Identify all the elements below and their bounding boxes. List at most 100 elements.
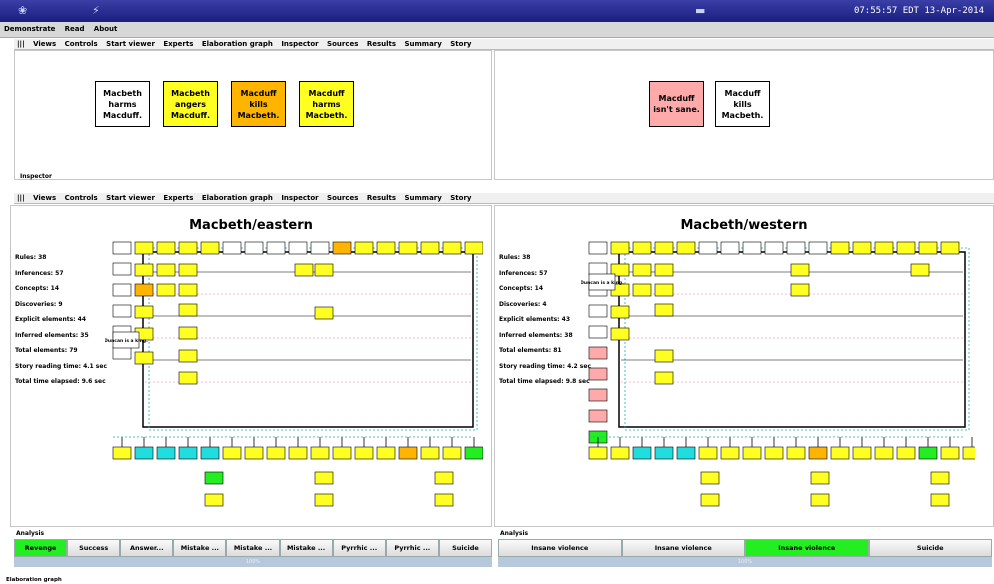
analysis-button-suicide[interactable]: Suicide bbox=[868, 539, 992, 557]
story-box[interactable]: Macduff isn't sane. bbox=[649, 81, 704, 127]
graph-node bbox=[134, 305, 154, 319]
story-box[interactable]: Macbeth harms Macduff. bbox=[95, 81, 150, 127]
views-bar-top: ||| Views Controls Start viewer Experts … bbox=[14, 39, 994, 50]
system-bar: ❀ ⚡ ▬ 07:55:57 EDT 13-Apr-2014 bbox=[0, 0, 994, 22]
plug-icon[interactable]: ⚡ bbox=[92, 4, 100, 17]
menu-results[interactable]: Results bbox=[364, 39, 399, 49]
analysis-button-insane-violence[interactable]: Insane violence bbox=[745, 539, 869, 557]
inspector-right-pane: Macduff isn't sane. Macduff kills Macbet… bbox=[494, 50, 994, 180]
menu-controls[interactable]: Controls bbox=[62, 39, 101, 49]
menu-sources[interactable]: Sources bbox=[324, 39, 361, 49]
stat-explicit: Explicit elements: 44 bbox=[15, 316, 87, 323]
stat-inferences: Inferences: 57 bbox=[15, 269, 64, 277]
graph-node bbox=[588, 241, 608, 255]
graph-node bbox=[420, 446, 440, 460]
analysis-button-success[interactable]: Success bbox=[67, 539, 121, 557]
graph-node bbox=[178, 446, 198, 460]
menu-bar: Demonstrate Read About bbox=[0, 22, 994, 38]
menu-about[interactable]: About bbox=[90, 22, 121, 33]
stat-explicit: Explicit elements: 43 bbox=[499, 316, 571, 323]
graph-node bbox=[112, 262, 132, 276]
graph-node bbox=[134, 446, 154, 460]
menu-views[interactable]: Views bbox=[30, 193, 59, 203]
graph-node bbox=[200, 446, 220, 460]
menu-start-viewer[interactable]: Start viewer bbox=[103, 39, 158, 49]
menu-summary[interactable]: Summary bbox=[401, 193, 444, 203]
graph-node bbox=[720, 241, 740, 255]
analysis-button-revenge[interactable]: Revenge bbox=[14, 539, 68, 557]
graph-node bbox=[420, 241, 440, 255]
monitor-icon[interactable]: ▬ bbox=[695, 4, 705, 17]
analysis-button-mistake[interactable]: Mistake ... bbox=[173, 539, 227, 557]
elaboration-graph-western[interactable]: Duncan is a king. bbox=[581, 232, 975, 522]
graph-node bbox=[918, 446, 938, 460]
views-bar-bottom: ||| Views Controls Start viewer Experts … bbox=[14, 193, 994, 204]
elaboration-graph-eastern[interactable]: Duncan is a king. bbox=[105, 232, 483, 522]
graph-node bbox=[376, 446, 396, 460]
analysis-button-mistake[interactable]: Mistake ... bbox=[226, 539, 280, 557]
menu-views[interactable]: Views bbox=[30, 39, 59, 49]
graph-node bbox=[314, 306, 334, 320]
menu-experts[interactable]: Experts bbox=[160, 193, 196, 203]
analysis-left: Analysis Revenge Success Answer... Mista… bbox=[14, 530, 492, 572]
graph-node bbox=[588, 325, 608, 339]
menu-elaboration-graph[interactable]: Elaboration graph bbox=[199, 39, 276, 49]
menu-sources[interactable]: Sources bbox=[324, 193, 361, 203]
graph-node bbox=[940, 446, 960, 460]
graph-node bbox=[244, 241, 264, 255]
graph-node bbox=[112, 283, 132, 297]
menu-controls[interactable]: Controls bbox=[62, 193, 101, 203]
graph-frame bbox=[618, 251, 966, 428]
menu-inspector[interactable]: Inspector bbox=[278, 39, 321, 49]
progress-bar: 100% bbox=[14, 557, 492, 567]
story-box[interactable]: Macduff kills Macbeth. bbox=[715, 81, 770, 127]
graph-node bbox=[588, 409, 608, 423]
story-box[interactable]: Macbeth angers Macduff. bbox=[163, 81, 218, 127]
graph-node bbox=[610, 305, 630, 319]
views-grip[interactable]: ||| bbox=[14, 193, 28, 203]
graph-node bbox=[266, 446, 286, 460]
stat-inferred: Inferred elements: 35 bbox=[15, 331, 89, 339]
graph-node bbox=[588, 304, 608, 318]
stat-inferred: Inferred elements: 38 bbox=[499, 331, 573, 339]
menu-demonstrate[interactable]: Demonstrate bbox=[0, 22, 58, 33]
graph-node bbox=[310, 241, 330, 255]
graph-node bbox=[178, 263, 198, 277]
analysis-button-mistake[interactable]: Mistake ... bbox=[279, 539, 333, 557]
graph-node bbox=[830, 446, 850, 460]
graph-node bbox=[698, 446, 718, 460]
menu-read[interactable]: Read bbox=[61, 22, 88, 33]
graph-node bbox=[310, 446, 330, 460]
graph-node bbox=[874, 446, 894, 460]
graph-node bbox=[676, 241, 696, 255]
analysis-button-suicide[interactable]: Suicide bbox=[438, 539, 492, 557]
menu-elaboration-graph[interactable]: Elaboration graph bbox=[199, 193, 276, 203]
views-grip[interactable]: ||| bbox=[14, 39, 28, 49]
graph-node bbox=[940, 241, 960, 255]
graph-node bbox=[332, 446, 352, 460]
graph-node bbox=[654, 349, 674, 363]
menu-start-viewer[interactable]: Start viewer bbox=[103, 193, 158, 203]
graph-node bbox=[632, 283, 652, 297]
analysis-button-pyrrhic[interactable]: Pyrrhic ... bbox=[385, 539, 439, 557]
analysis-button-insane-violence[interactable]: Insane violence bbox=[498, 539, 622, 557]
analysis-button-pyrrhic[interactable]: Pyrrhic ... bbox=[332, 539, 386, 557]
menu-story[interactable]: Story bbox=[447, 39, 474, 49]
menu-summary[interactable]: Summary bbox=[401, 39, 444, 49]
story-box[interactable]: Macduff kills Macbeth. bbox=[231, 81, 286, 127]
stat-total: Total elements: 79 bbox=[15, 347, 78, 354]
menu-story[interactable]: Story bbox=[447, 193, 474, 203]
menu-inspector[interactable]: Inspector bbox=[278, 193, 321, 203]
story-box[interactable]: Macduff harms Macbeth. bbox=[299, 81, 354, 127]
graph-node bbox=[376, 241, 396, 255]
graph-node bbox=[852, 446, 872, 460]
analysis-button-answer[interactable]: Answer... bbox=[120, 539, 174, 557]
menu-results[interactable]: Results bbox=[364, 193, 399, 203]
menu-experts[interactable]: Experts bbox=[160, 39, 196, 49]
analysis-button-insane-violence[interactable]: Insane violence bbox=[621, 539, 745, 557]
graph-node bbox=[910, 263, 930, 277]
graph-node bbox=[930, 493, 950, 507]
graph-node bbox=[134, 283, 154, 297]
stats-list: Rules: 38 Inferences: 57 Concepts: 14 Di… bbox=[15, 250, 107, 390]
inspector-label: Inspector bbox=[20, 173, 52, 180]
